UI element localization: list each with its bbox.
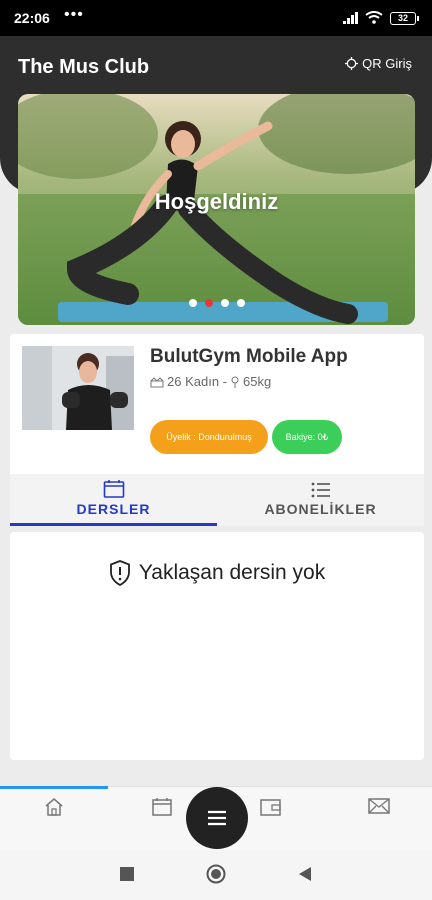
system-navigation-bar [0,850,432,900]
membership-status-badge[interactable]: Üyelik : Dondurulmuş [150,420,268,454]
status-bar: 22:06 ••• 32 [0,0,432,36]
active-tab-indicator [0,786,108,789]
tab-bar: DERSLER ABONELİKLER [10,474,424,526]
status-time: 22:06 [14,10,50,26]
mail-icon[interactable] [368,797,390,815]
crosshair-icon [345,57,359,70]
menu-button[interactable] [186,787,248,849]
weight-label: 65kg [243,374,272,389]
calendar-icon[interactable] [152,797,172,817]
qr-login-label: QR Giriş [362,56,412,71]
tab-abonelikler[interactable]: ABONELİKLER [217,474,424,526]
wifi-icon [365,11,383,24]
balance-badge[interactable]: Bakiye: 0₺ [272,420,342,454]
hero-carousel[interactable]: Hoşgeldiniz [18,94,415,325]
back-icon[interactable] [298,867,312,881]
carousel-indicators [18,299,415,307]
menu-icon [208,810,226,826]
profile-card: BulutGym Mobile App 26 Kadın - 65kg Üyel… [10,334,424,474]
empty-state-message: Yaklaşan dersin yok [138,561,326,584]
lessons-panel: Yaklaşan dersin yok [10,532,424,760]
weight-icon [231,376,239,388]
qr-login-button[interactable]: QR Giriş [345,56,412,71]
bottom-navigation [0,786,432,850]
carousel-dot-active[interactable] [204,299,213,307]
tab-abonelikler-label: ABONELİKLER [264,501,377,517]
tab-dersler-label: DERSLER [76,501,151,517]
app-title: The Mus Club [18,56,150,78]
carousel-dot[interactable] [236,299,245,307]
battery-icon: 32 [390,12,419,25]
shield-alert-icon [109,560,130,586]
tab-dersler[interactable]: DERSLER [10,474,217,526]
profile-meta: 26 Kadın - 65kg [150,374,271,389]
home-system-icon[interactable] [206,864,226,884]
profile-name: BulutGym Mobile App [150,346,348,367]
carousel-dot[interactable] [220,299,229,307]
list-icon [311,482,330,498]
recent-apps-icon[interactable] [120,867,134,881]
calendar-icon [103,480,124,498]
home-icon[interactable] [44,797,64,817]
wallet-icon[interactable] [260,797,282,817]
more-dots-icon: ••• [64,6,84,23]
empty-state: Yaklaşan dersin yok [10,560,424,586]
avatar [22,346,134,430]
signal-icon [343,12,358,24]
carousel-dot[interactable] [188,299,197,307]
cake-icon [150,376,164,387]
age-gender-label: 26 Kadın - [167,374,227,389]
hero-title: Hoşgeldiniz [154,189,279,214]
